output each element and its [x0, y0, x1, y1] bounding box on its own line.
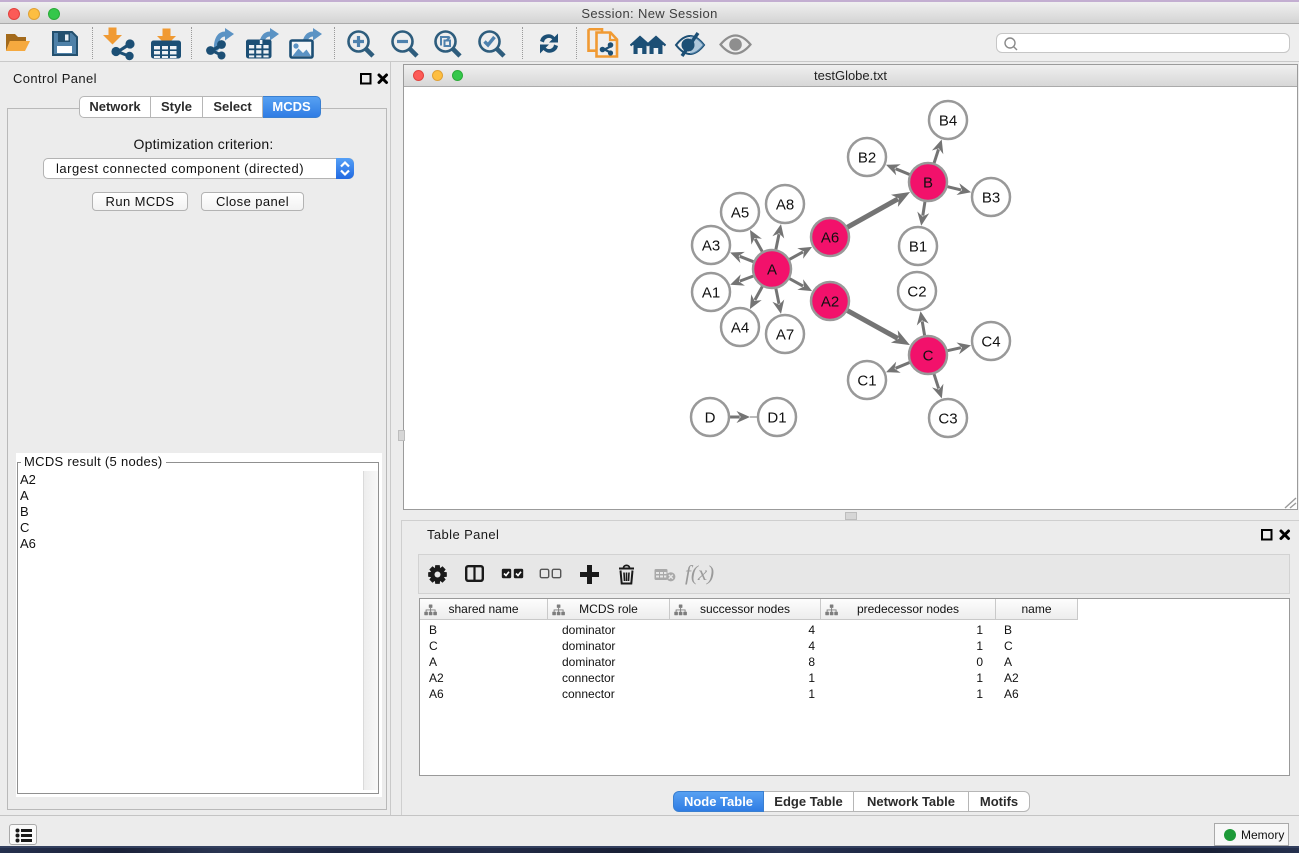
svg-text:B3: B3 [982, 189, 1000, 206]
svg-text:A7: A7 [776, 326, 794, 343]
svg-text:A6: A6 [821, 229, 839, 246]
svg-text:C1: C1 [857, 372, 876, 389]
svg-text:B4: B4 [939, 112, 957, 129]
svg-text:B: B [923, 174, 933, 191]
svg-text:D1: D1 [767, 409, 786, 426]
svg-text:B2: B2 [858, 149, 876, 166]
svg-text:B1: B1 [909, 238, 927, 255]
svg-text:A: A [767, 261, 777, 278]
svg-text:A2: A2 [821, 293, 839, 310]
svg-text:C4: C4 [981, 333, 1000, 350]
svg-text:D: D [705, 409, 716, 426]
svg-text:C3: C3 [938, 410, 957, 427]
svg-text:A8: A8 [776, 196, 794, 213]
svg-text:A5: A5 [731, 204, 749, 221]
svg-text:A4: A4 [731, 319, 749, 336]
svg-text:A1: A1 [702, 284, 720, 301]
svg-text:C2: C2 [907, 283, 926, 300]
svg-text:C: C [923, 347, 934, 364]
svg-text:A3: A3 [702, 237, 720, 254]
